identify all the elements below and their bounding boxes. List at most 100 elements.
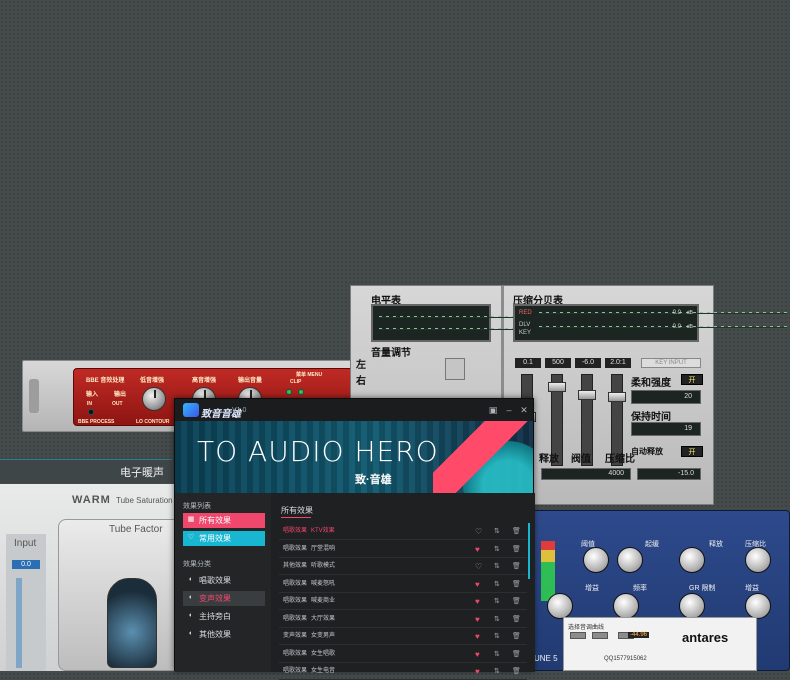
antares-button-1[interactable] xyxy=(570,632,586,639)
banner-subtitle: 致·音雄 xyxy=(355,474,392,486)
heart-icon: ♡ xyxy=(187,534,195,541)
antares-qq: QQ1577915062 xyxy=(604,656,647,662)
bottom-label-release: 释放 xyxy=(539,454,559,465)
blue-knob-ratio[interactable] xyxy=(745,547,771,573)
favorite-heart-icon[interactable]: ♥ xyxy=(475,646,480,663)
effect-name: 喊麦怒吼 xyxy=(311,580,336,587)
effect-row[interactable]: 唱歌效果 厅堂混响 ♥ ⇅ 🗑 xyxy=(279,541,527,558)
soft-toggle-button[interactable]: 开 xyxy=(681,374,703,385)
effect-row[interactable]: 唱歌效果 喊麦商业 ♥ ⇅ 🗑 xyxy=(279,593,527,610)
effect-name: 厅堂混响 xyxy=(311,545,336,552)
skin-icon[interactable]: ▣ xyxy=(487,404,499,416)
bbe-menu-label[interactable]: 菜单 MENU xyxy=(296,371,322,378)
nav-favorite-effects[interactable]: ♡ 常用效果 xyxy=(183,531,265,546)
left-channel-label: 左 xyxy=(356,360,366,371)
vacuum-tube-icon[interactable] xyxy=(107,578,157,668)
threshold-slider-cap[interactable] xyxy=(578,390,596,400)
clip-led-4 xyxy=(298,389,304,395)
bottom-display-2: -15.0 xyxy=(637,468,701,480)
out-label: OUT xyxy=(112,401,123,407)
favorite-heart-icon[interactable]: ♥ xyxy=(475,593,480,610)
nav-other[interactable]: ◐ 其他效果 xyxy=(183,627,265,642)
blue-knob-threshold[interactable] xyxy=(583,547,609,573)
key-input-button[interactable]: KEY INPUT xyxy=(641,358,701,368)
reorder-icon[interactable]: ⇅ xyxy=(494,646,500,663)
blue-knob-attack[interactable] xyxy=(617,547,643,573)
bypass-button[interactable] xyxy=(88,409,94,415)
title-bar[interactable]: 致音音雄 V1.0 ▣ – ✕ xyxy=(175,399,533,421)
favorite-heart-icon[interactable]: ♥ xyxy=(475,541,480,558)
reorder-icon[interactable]: ⇅ xyxy=(494,663,500,680)
reorder-icon[interactable]: ⇅ xyxy=(494,593,500,610)
input-value[interactable]: 0.0 xyxy=(12,560,40,569)
favorite-heart-icon[interactable]: ♥ xyxy=(475,576,480,593)
effect-category: 唱歌效果 xyxy=(283,545,308,552)
nav-voice-change[interactable]: ◐ 变声效果 xyxy=(183,591,265,606)
delete-icon[interactable]: 🗑 xyxy=(512,558,521,575)
delete-icon[interactable]: 🗑 xyxy=(512,646,521,663)
close-icon[interactable]: ✕ xyxy=(518,404,530,416)
favorite-heart-icon[interactable]: ♡ xyxy=(475,523,482,540)
effect-strip-label: 电子暖声 xyxy=(120,467,164,479)
reorder-icon[interactable]: ⇅ xyxy=(494,628,500,645)
audio-hero-window: 致音音雄 V1.0 ▣ – ✕ TO AUDIO HERO 致·音雄 效果列表 … xyxy=(174,398,535,680)
nav-all-effects-label: 所有效果 xyxy=(199,516,231,525)
ratio-slider-cap[interactable] xyxy=(608,392,626,402)
volume-slider-handle[interactable] xyxy=(445,358,465,380)
effect-row[interactable]: 其他效果 听歌模式 ♡ ⇅ 🗑 xyxy=(279,558,527,575)
delete-icon[interactable]: 🗑 xyxy=(512,628,521,645)
process-label: BBE PROCESS xyxy=(78,419,115,425)
effect-row[interactable]: 唱歌效果 喊麦怒吼 ♥ ⇅ 🗑 xyxy=(279,576,527,593)
blue-meter-left xyxy=(541,541,555,601)
ratio-display: 2.0:1 xyxy=(605,358,631,368)
blue-knob-gain[interactable] xyxy=(547,593,573,619)
auto-release-label: 自动释放 xyxy=(631,446,663,456)
delete-icon[interactable]: 🗑 xyxy=(512,523,521,540)
reorder-icon[interactable]: ⇅ xyxy=(494,576,500,593)
reorder-icon[interactable]: ⇅ xyxy=(494,558,500,575)
tube-factor-label: Tube Factor xyxy=(109,524,163,535)
effect-row[interactable]: 变声效果 女变男声 ♥ ⇅ 🗑 xyxy=(279,628,527,645)
blue-knob-release[interactable] xyxy=(679,547,705,573)
delete-icon[interactable]: 🗑 xyxy=(512,576,521,593)
release-slider-cap[interactable] xyxy=(548,382,566,392)
delete-icon[interactable]: 🗑 xyxy=(512,593,521,610)
delete-icon[interactable]: 🗑 xyxy=(512,663,521,680)
blue-knob-out-gain[interactable] xyxy=(745,593,771,619)
auto-release-button[interactable]: 开 xyxy=(681,446,703,457)
effect-row[interactable]: 唱歌效果 女生唱歌 ♥ ⇅ 🗑 xyxy=(279,646,527,663)
content-title-underline xyxy=(281,517,311,518)
nav-host[interactable]: ◐ 主持旁白 xyxy=(183,609,265,624)
antares-button-2[interactable] xyxy=(592,632,608,639)
scrollbar[interactable] xyxy=(528,523,530,579)
delete-icon[interactable]: 🗑 xyxy=(512,611,521,628)
in-label: IN xyxy=(87,401,92,407)
favorite-heart-icon[interactable]: ♥ xyxy=(475,611,480,628)
blue-knob-freq[interactable] xyxy=(613,593,639,619)
effect-row[interactable]: 唱歌效果 大厅效果 ♥ ⇅ 🗑 xyxy=(279,611,527,628)
blue-label-8: 增益 xyxy=(745,585,759,592)
effect-row[interactable]: 唱歌效果 KTV效果 ♡ ⇅ 🗑 xyxy=(279,523,527,540)
clip-led-1 xyxy=(286,389,292,395)
reorder-icon[interactable]: ⇅ xyxy=(494,611,500,628)
nav-other-label: 其他效果 xyxy=(199,630,231,639)
minimize-icon[interactable]: – xyxy=(503,404,515,416)
delete-icon[interactable]: 🗑 xyxy=(512,541,521,558)
reorder-icon[interactable]: ⇅ xyxy=(494,541,500,558)
reorder-icon[interactable]: ⇅ xyxy=(494,523,500,540)
effect-row[interactable]: 唱歌效果 女生电音 ♥ ⇅ 🗑 xyxy=(279,663,527,680)
red-label: RED xyxy=(519,310,532,316)
favorite-heart-icon[interactable]: ♡ xyxy=(475,558,482,575)
blue-knob-gr[interactable] xyxy=(679,593,705,619)
effect-name: 女生电音 xyxy=(311,668,336,674)
blue-label-6: 频率 xyxy=(633,585,647,592)
warm-subtitle: Tube Saturation xyxy=(116,496,173,505)
nav-all-effects[interactable]: ▦ 所有效果 xyxy=(183,513,265,528)
bass-knob[interactable] xyxy=(142,387,166,411)
favorite-heart-icon[interactable]: ♥ xyxy=(475,628,480,645)
input-slider[interactable] xyxy=(16,578,22,668)
favorite-heart-icon[interactable]: ♥ xyxy=(475,663,480,680)
blue-label-2: 起缓 xyxy=(645,541,659,548)
nav-singing[interactable]: ◐ 唱歌效果 xyxy=(183,573,265,588)
db-label-1: dB xyxy=(686,310,693,316)
